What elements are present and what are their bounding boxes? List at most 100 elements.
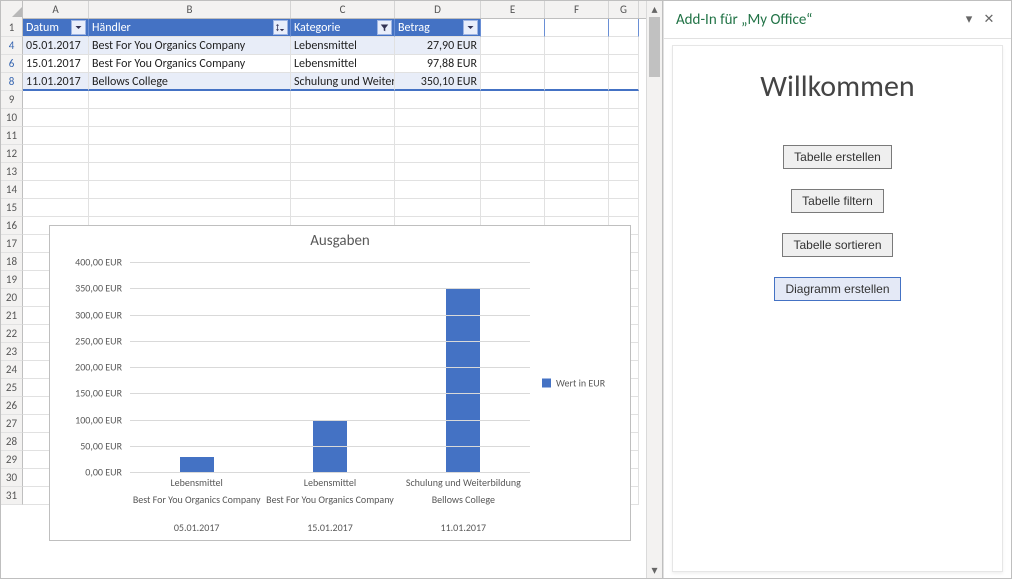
row-header-4[interactable]: 4 <box>1 37 23 55</box>
cell-B12[interactable] <box>89 145 291 163</box>
table-header-merchant[interactable]: Händler <box>89 19 291 37</box>
scrollbar-thumb[interactable] <box>649 17 660 77</box>
cell-B15[interactable] <box>89 199 291 217</box>
cell-E12[interactable] <box>481 145 545 163</box>
cell-F10[interactable] <box>545 109 609 127</box>
column-header-E[interactable]: E <box>481 1 545 18</box>
row-header-30[interactable]: 30 <box>1 469 23 487</box>
cell-C13[interactable] <box>291 163 395 181</box>
table-header-amount[interactable]: Betrag <box>395 19 481 37</box>
cell-E8[interactable] <box>481 73 545 91</box>
row-header-31[interactable]: 31 <box>1 487 23 505</box>
row-header-28[interactable]: 28 <box>1 433 23 451</box>
cell-B14[interactable] <box>89 181 291 199</box>
pane-menu-icon[interactable]: ▾ <box>959 12 979 27</box>
cell-B9[interactable] <box>89 91 291 109</box>
row-header-1[interactable]: 1 <box>1 19 23 37</box>
row-header-22[interactable]: 22 <box>1 325 23 343</box>
cell-G4[interactable] <box>609 37 639 55</box>
row-header-13[interactable]: 13 <box>1 163 23 181</box>
filter-table-button[interactable]: Tabelle filtern <box>791 189 884 213</box>
cell-E14[interactable] <box>481 181 545 199</box>
create-chart-button[interactable]: Diagramm erstellen <box>774 277 900 301</box>
cell-D15[interactable] <box>395 199 481 217</box>
cell-A13[interactable] <box>23 163 89 181</box>
table-header-date[interactable]: Datum <box>23 19 89 37</box>
row-header-25[interactable]: 25 <box>1 379 23 397</box>
cell-F11[interactable] <box>545 127 609 145</box>
cell-B8[interactable]: Bellows College <box>89 73 291 91</box>
cell-F6[interactable] <box>545 55 609 73</box>
column-header-F[interactable]: F <box>545 1 609 18</box>
scroll-down-button[interactable]: ▾ <box>647 562 662 578</box>
cell-G13[interactable] <box>609 163 639 181</box>
cell-D10[interactable] <box>395 109 481 127</box>
table-header-g[interactable] <box>609 19 639 37</box>
sort-table-button[interactable]: Tabelle sortieren <box>782 233 892 257</box>
spreadsheet-grid[interactable]: ABCDEFG 1DatumHändlerKategorieBetrag405.… <box>1 1 663 578</box>
cell-G14[interactable] <box>609 181 639 199</box>
table-header-f[interactable] <box>545 19 609 37</box>
embedded-chart[interactable]: Ausgaben 0,00 EUR50,00 EUR100,00 EUR150,… <box>49 225 631 541</box>
cell-G11[interactable] <box>609 127 639 145</box>
cell-F14[interactable] <box>545 181 609 199</box>
column-header-A[interactable]: A <box>23 1 89 18</box>
cell-D8[interactable]: 350,10 EUR <box>395 73 481 91</box>
row-header-24[interactable]: 24 <box>1 361 23 379</box>
cell-D6[interactable]: 97,88 EUR <box>395 55 481 73</box>
cell-C10[interactable] <box>291 109 395 127</box>
cell-A10[interactable] <box>23 109 89 127</box>
cell-A15[interactable] <box>23 199 89 217</box>
vertical-scrollbar[interactable]: ▴ ▾ <box>646 1 662 578</box>
cell-A11[interactable] <box>23 127 89 145</box>
cell-C8[interactable]: Schulung und Weiterbildung <box>291 73 395 91</box>
cell-C9[interactable] <box>291 91 395 109</box>
cell-F9[interactable] <box>545 91 609 109</box>
row-header-21[interactable]: 21 <box>1 307 23 325</box>
cell-A8[interactable]: 11.01.2017 <box>23 73 89 91</box>
cell-E15[interactable] <box>481 199 545 217</box>
row-header-18[interactable]: 18 <box>1 253 23 271</box>
column-header-C[interactable]: C <box>291 1 395 18</box>
row-header-23[interactable]: 23 <box>1 343 23 361</box>
row-header-20[interactable]: 20 <box>1 289 23 307</box>
row-header-26[interactable]: 26 <box>1 397 23 415</box>
row-header-16[interactable]: 16 <box>1 217 23 235</box>
cell-E13[interactable] <box>481 163 545 181</box>
cell-C15[interactable] <box>291 199 395 217</box>
column-header-G[interactable]: G <box>609 1 639 18</box>
row-header-11[interactable]: 11 <box>1 127 23 145</box>
cell-C4[interactable]: Lebensmittel <box>291 37 395 55</box>
cell-A6[interactable]: 15.01.2017 <box>23 55 89 73</box>
cell-B4[interactable]: Best For You Organics Company <box>89 37 291 55</box>
cell-G12[interactable] <box>609 145 639 163</box>
cell-D12[interactable] <box>395 145 481 163</box>
cell-G10[interactable] <box>609 109 639 127</box>
cell-D11[interactable] <box>395 127 481 145</box>
row-header-29[interactable]: 29 <box>1 451 23 469</box>
cell-F15[interactable] <box>545 199 609 217</box>
cell-G15[interactable] <box>609 199 639 217</box>
column-header-B[interactable]: B <box>89 1 291 18</box>
cell-C12[interactable] <box>291 145 395 163</box>
cell-B6[interactable]: Best For You Organics Company <box>89 55 291 73</box>
cell-A4[interactable]: 05.01.2017 <box>23 37 89 55</box>
filter-dropdown-icon[interactable] <box>463 20 478 35</box>
cell-D13[interactable] <box>395 163 481 181</box>
row-header-27[interactable]: 27 <box>1 415 23 433</box>
cell-G9[interactable] <box>609 91 639 109</box>
cell-F12[interactable] <box>545 145 609 163</box>
filter-dropdown-icon[interactable] <box>377 20 392 35</box>
cell-C14[interactable] <box>291 181 395 199</box>
filter-dropdown-icon[interactable] <box>71 20 86 35</box>
row-header-17[interactable]: 17 <box>1 235 23 253</box>
cell-F13[interactable] <box>545 163 609 181</box>
row-header-9[interactable]: 9 <box>1 91 23 109</box>
cell-D14[interactable] <box>395 181 481 199</box>
scroll-up-button[interactable]: ▴ <box>647 1 662 17</box>
cell-B11[interactable] <box>89 127 291 145</box>
cell-C6[interactable]: Lebensmittel <box>291 55 395 73</box>
row-header-10[interactable]: 10 <box>1 109 23 127</box>
create-table-button[interactable]: Tabelle erstellen <box>783 145 892 169</box>
cell-D4[interactable]: 27,90 EUR <box>395 37 481 55</box>
